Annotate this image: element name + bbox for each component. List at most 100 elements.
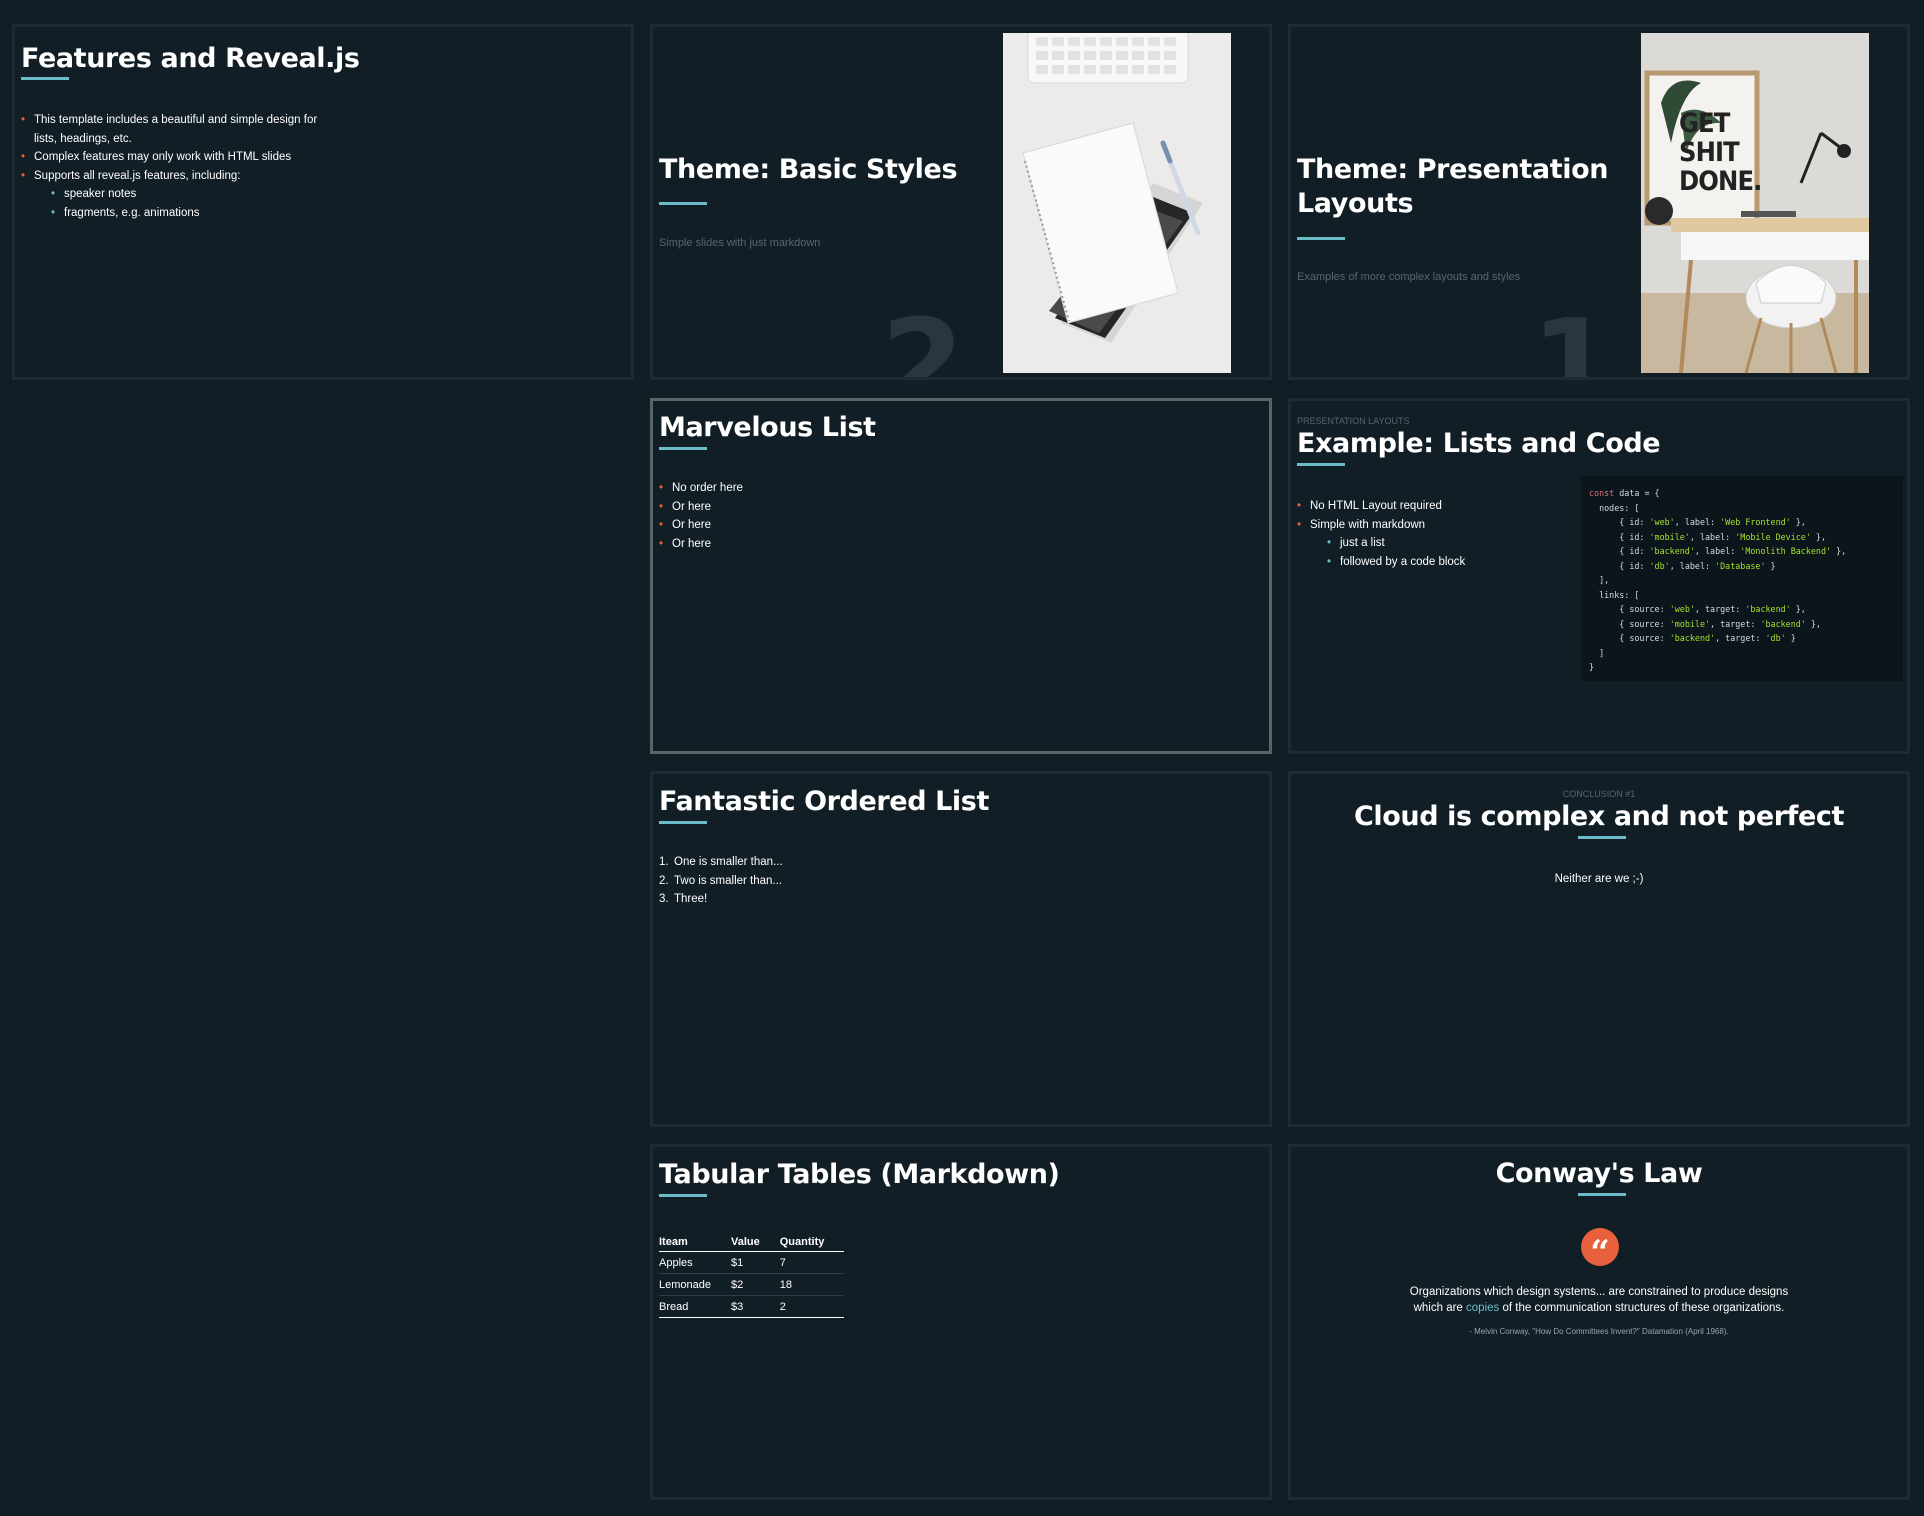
- list-number: 3.: [659, 893, 669, 905]
- list-item-text: One is smaller than...: [674, 856, 783, 868]
- title-line: Layouts: [1297, 188, 1414, 219]
- list-item-text: Simple with markdown: [1310, 518, 1426, 531]
- title-underline: [659, 202, 707, 205]
- list-number: 2.: [659, 874, 669, 887]
- title-underline: [1578, 1193, 1626, 1196]
- list-item: No order here: [659, 479, 743, 498]
- bullet-list: This template includes a beautiful and s…: [21, 111, 331, 222]
- title-line: Theme: Presentation: [1297, 154, 1609, 185]
- slide-marvelous-list[interactable]: Marvelous List No order here Or here Or …: [650, 398, 1272, 754]
- ordered-list: 1. One is smaller than... 2. Two is smalle…: [659, 853, 783, 909]
- notebook-photo: [1003, 33, 1231, 373]
- table-row: Bread $3 2: [659, 1295, 845, 1318]
- quote-highlight: copies: [1466, 1302, 1500, 1314]
- bullet-list: No HTML Layout required Simple with mark…: [1297, 497, 1465, 571]
- section-number: 1: [1531, 295, 1615, 380]
- list-item: Simple with markdown just a list followe…: [1297, 516, 1465, 572]
- slide-title: Example: Lists and Code: [1297, 428, 1661, 459]
- slide-subtitle: Examples of more complex layouts and sty…: [1297, 271, 1521, 283]
- title-underline: [659, 821, 707, 824]
- list-item: This template includes a beautiful and s…: [21, 111, 331, 148]
- list-item: Complex features may only work with HTML…: [21, 148, 331, 167]
- table-row: Apples $1 7: [659, 1251, 845, 1274]
- code-line: { id: 'mobile', label: 'Mobile Device' }…: [1589, 531, 1827, 542]
- title-underline: [1578, 836, 1626, 839]
- code-line: nodes: [: [1589, 502, 1640, 513]
- title-underline: [21, 77, 69, 80]
- table-header-row: Iteam Value Quantity: [659, 1233, 845, 1252]
- list-item: Or here: [659, 535, 743, 554]
- list-item-text: Three!: [674, 893, 708, 905]
- slide-title: Theme: Presentation Layouts: [1297, 153, 1608, 221]
- code-line: { id: 'db', label: 'Database' }: [1589, 560, 1776, 571]
- table-cell: Lemonade: [659, 1273, 731, 1296]
- slide-presentation-layouts[interactable]: Theme: Presentation Layouts Examples of …: [1288, 24, 1910, 380]
- code-line: { source: 'backend', target: 'db' }: [1589, 633, 1796, 643]
- column-header: Iteam: [659, 1233, 731, 1252]
- list-item: No HTML Layout required: [1297, 497, 1465, 516]
- slide-text: Neither are we ;-): [1554, 873, 1644, 885]
- table-cell: 2: [779, 1295, 845, 1318]
- slide-lists-and-code[interactable]: PRESENTATION LAYOUTS Example: Lists and …: [1288, 398, 1910, 754]
- slide-title: Conway's Law: [1495, 1158, 1703, 1189]
- list-item: Supports all reveal.js features, includi…: [21, 167, 331, 223]
- slide-title: Theme: Basic Styles: [659, 154, 958, 185]
- code-line: { id: 'backend', label: 'Monolith Backen…: [1589, 546, 1847, 556]
- notebook-image: [1003, 33, 1231, 373]
- sub-list-item: just a list: [1327, 534, 1465, 553]
- slide-features[interactable]: Features and Reveal.js This template inc…: [12, 24, 634, 380]
- slide-basic-styles[interactable]: Theme: Basic Styles Simple slides with j…: [650, 24, 1272, 380]
- code-line: ],: [1589, 575, 1610, 585]
- quote-segment: of the communication structures of these…: [1499, 1302, 1785, 1314]
- sub-list-item: fragments, e.g. animations: [51, 204, 331, 223]
- table-cell: $1: [731, 1251, 780, 1274]
- table-cell: $3: [731, 1295, 780, 1318]
- quote-line: Organizations which design systems... ar…: [1409, 1286, 1789, 1298]
- table-cell: Apples: [659, 1251, 731, 1274]
- section-number: 2: [881, 295, 965, 380]
- slide-tables[interactable]: Tabular Tables (Markdown) Iteam Value Qu…: [650, 1144, 1272, 1500]
- code-line: const data = {: [1589, 488, 1660, 498]
- title-underline: [1297, 237, 1345, 240]
- code-line: { source: 'web', target: 'backend' },: [1589, 604, 1806, 614]
- code-line: { id: 'web', label: 'Web Frontend' },: [1589, 517, 1806, 527]
- desk-photo: GET SHIT DONE.: [1641, 33, 1869, 373]
- poster-lettering: GET SHIT DONE.: [1679, 109, 1762, 196]
- quote-line: which are copies of the communication st…: [1291, 1300, 1907, 1316]
- code-line: links: [: [1589, 589, 1640, 600]
- list-item-text: Supports all reveal.js features, includi…: [34, 169, 241, 182]
- sub-list-item: followed by a code block: [1327, 553, 1465, 572]
- slide-title: Features and Reveal.js: [21, 43, 360, 74]
- table-row: Lemonade $2 18: [659, 1273, 845, 1296]
- list-item: Or here: [659, 498, 743, 517]
- title-underline: [1297, 463, 1345, 466]
- table-cell: 7: [779, 1251, 845, 1274]
- code-block: const data = { nodes: [ { id: 'web', lab…: [1581, 476, 1903, 681]
- slide-conways-law[interactable]: Conway's Law “ Organizations which desig…: [1288, 1144, 1910, 1500]
- slide-title: Tabular Tables (Markdown): [659, 1159, 1060, 1190]
- code-line: { source: 'mobile', target: 'backend' },: [1589, 618, 1821, 629]
- slide-subtitle: Simple slides with just markdown: [659, 237, 821, 249]
- slide-kicker: CONCLUSION #1: [1562, 789, 1636, 799]
- sub-list: just a list followed by a code block: [1310, 534, 1465, 571]
- slide-kicker: PRESENTATION LAYOUTS: [1297, 416, 1410, 426]
- poster-line: SHIT: [1679, 137, 1740, 168]
- desk-image: [1641, 33, 1869, 373]
- list-item: 1. One is smaller than...: [659, 853, 783, 872]
- title-underline: [659, 447, 707, 450]
- slide-ordered-list[interactable]: Fantastic Ordered List 1. One is smaller …: [650, 771, 1272, 1127]
- quote-citation: - Melvin Conway, "How Do Committees Inve…: [1469, 1327, 1729, 1336]
- code-line: ]: [1589, 647, 1605, 658]
- slide-title: Fantastic Ordered List: [659, 786, 989, 817]
- slide-title: Marvelous List: [659, 412, 876, 443]
- table-cell: Bread: [659, 1295, 731, 1318]
- poster-line: GET: [1679, 108, 1730, 139]
- list-item: Or here: [659, 516, 743, 535]
- quote-text: Organizations which design systems... ar…: [1291, 1284, 1907, 1316]
- list-item: 2. Two is smaller than...: [659, 872, 783, 891]
- list-item: 3. Three!: [659, 890, 783, 909]
- slide-conclusion[interactable]: CONCLUSION #1 Cloud is complex and not p…: [1288, 771, 1910, 1127]
- column-header: Quantity: [779, 1233, 845, 1252]
- list-item-text: Two is smaller than...: [674, 874, 783, 887]
- poster-line: DONE.: [1679, 166, 1762, 197]
